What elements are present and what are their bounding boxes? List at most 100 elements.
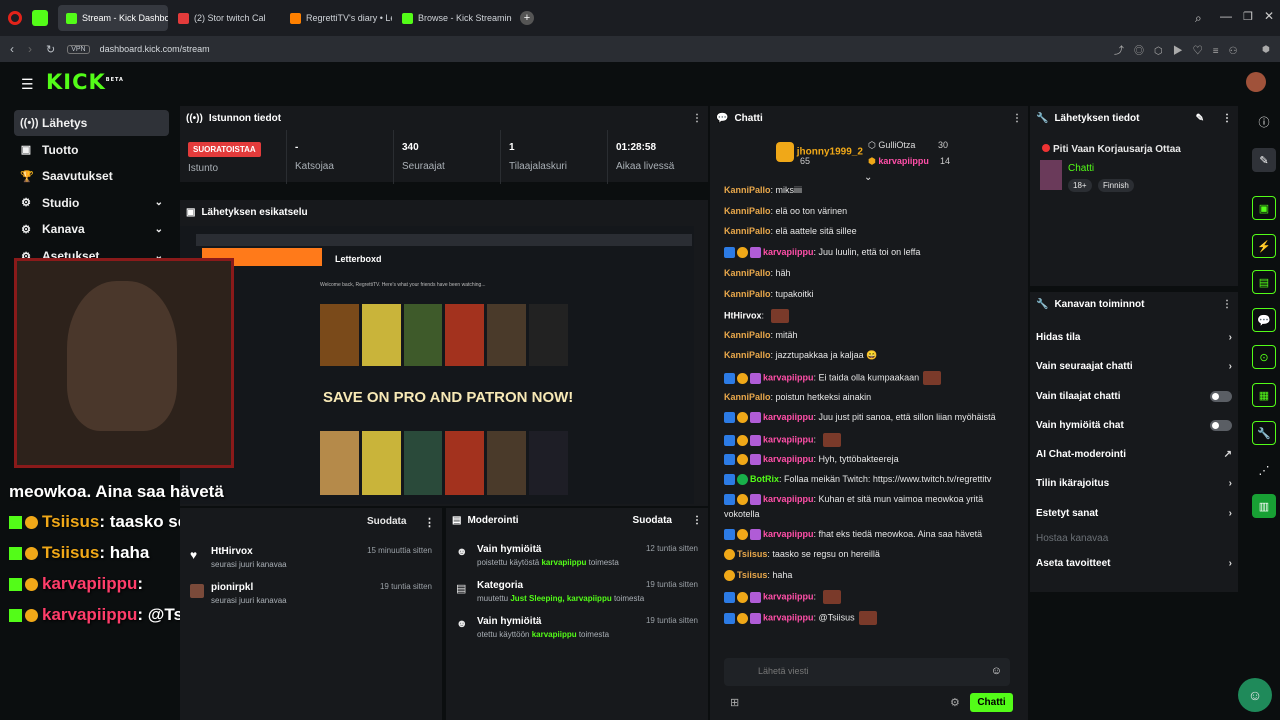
- sidebar-item-4[interactable]: ⚙ Kanava ⌄: [14, 216, 169, 242]
- category-thumbnail[interactable]: [1040, 160, 1062, 190]
- chat-username[interactable]: karvapiippu: [763, 612, 814, 622]
- tools-rail-button[interactable]: 🔧: [1252, 421, 1276, 445]
- menu-icon[interactable]: ☰: [21, 76, 34, 93]
- activity-filter-button[interactable]: Suodata: [367, 516, 406, 527]
- channel-action-item[interactable]: Vain seuraajat chatti ›: [1036, 361, 1232, 372]
- channel-action-item[interactable]: Hostaa kanavaa: [1036, 533, 1232, 544]
- chat-username[interactable]: karvapiippu: [763, 412, 814, 422]
- chat-username[interactable]: Tsiisus: [737, 570, 767, 580]
- sidebar-item-0[interactable]: ((•)) Lähetys: [14, 110, 169, 136]
- edit-icon[interactable]: ✎: [1196, 113, 1204, 124]
- channel-action-item[interactable]: Aseta tavoitteet ›: [1036, 558, 1232, 569]
- chat-username[interactable]: karvapiippu: [763, 529, 814, 539]
- address-input[interactable]: dashboard.kick.com/stream: [100, 44, 210, 54]
- extensions-icon[interactable]: ⬢: [1262, 44, 1270, 55]
- support-button[interactable]: ☺: [1238, 678, 1272, 712]
- chat-input[interactable]: Lähetä viesti ☺: [724, 658, 1010, 686]
- stream-info-menu-button[interactable]: ⋮: [1222, 113, 1232, 124]
- sidebar-item-1[interactable]: ▣ Tuotto: [14, 137, 169, 163]
- browser-tab[interactable]: Stream - Kick Dashboard: [58, 5, 168, 31]
- minimize-button[interactable]: —: [1220, 9, 1232, 23]
- chat-username[interactable]: karvapiippu: [763, 454, 814, 464]
- top-gifter-3[interactable]: ⬢ karvapiippu: [868, 156, 929, 167]
- chat-username[interactable]: Tsiisus: [737, 549, 767, 559]
- chat-username[interactable]: karvapiippu: [763, 494, 814, 504]
- share-rail-button[interactable]: ⋰: [1252, 458, 1276, 482]
- clip-rail-button[interactable]: ▥: [1252, 494, 1276, 518]
- browser-tab[interactable]: Browse - Kick Streaming: [394, 5, 512, 31]
- moderation-rail-button[interactable]: ▤: [1252, 270, 1276, 294]
- chat-username[interactable]: KanniPallo: [724, 226, 771, 236]
- channel-actions-menu-button[interactable]: ⋮: [1222, 299, 1232, 310]
- chat-menu-button[interactable]: ⋮: [1012, 113, 1022, 124]
- chat-badge-icon: [724, 494, 735, 506]
- follow-username[interactable]: HtHirvox: [211, 546, 287, 557]
- new-tab-button[interactable]: +: [520, 11, 534, 25]
- chat-username[interactable]: KanniPallo: [724, 392, 771, 402]
- activity-rail-button[interactable]: ▦: [1252, 383, 1276, 407]
- chat-username[interactable]: KanniPallo: [724, 185, 771, 195]
- chat-emote: [770, 309, 789, 323]
- opera-logo-icon[interactable]: [8, 11, 22, 25]
- top-gifter-2[interactable]: ⬡ GulliOtza: [868, 140, 915, 151]
- info-rail-button[interactable]: ⓘ: [1252, 110, 1276, 134]
- top-gifter-1[interactable]: jhonny1999_2 65: [776, 142, 863, 166]
- chat-username[interactable]: karvapiippu: [763, 372, 814, 382]
- channel-action-item[interactable]: AI Chat-moderointi ↗: [1036, 449, 1232, 460]
- chat-username[interactable]: KanniPallo: [724, 206, 771, 216]
- channel-action-item[interactable]: Estetyt sanat ›: [1036, 508, 1232, 519]
- search-tabs-icon[interactable]: ⌕: [1195, 11, 1202, 26]
- chat-username[interactable]: karvapiippu: [763, 247, 814, 257]
- browser-tab-bar: Stream - Kick Dashboard (2) Stor twitch C…: [0, 0, 1280, 36]
- channel-action-item[interactable]: Vain hymiöitä chat: [1036, 420, 1232, 431]
- kick-pinned-icon[interactable]: [32, 10, 48, 26]
- sidebar-item-2[interactable]: 🏆 Saavutukset: [14, 163, 169, 189]
- chat-username[interactable]: KanniPallo: [724, 330, 771, 340]
- channel-action-label: Estetyt sanat: [1036, 508, 1099, 519]
- chat-username[interactable]: HtHirvox: [724, 310, 762, 320]
- chat-text: miksiiii: [775, 185, 803, 195]
- toggle-switch[interactable]: [1210, 420, 1232, 431]
- chat-username[interactable]: karvapiippu: [763, 434, 814, 444]
- chat-gift-icon[interactable]: ⊞: [730, 696, 739, 709]
- chat-settings-icon[interactable]: ⚙: [950, 696, 960, 709]
- channel-action-item[interactable]: Hidas tila ›: [1036, 332, 1232, 343]
- session-menu-button[interactable]: ⋮: [692, 113, 702, 124]
- kick-logo[interactable]: KICKBETA: [46, 70, 124, 94]
- vpn-badge[interactable]: VPN: [67, 44, 90, 54]
- chat-username[interactable]: BotRix: [750, 474, 779, 484]
- moderation-menu-button[interactable]: ⋮: [692, 515, 702, 526]
- browser-tab[interactable]: (2) Stor twitch Cal: [170, 5, 280, 31]
- chat-username[interactable]: KanniPallo: [724, 350, 771, 360]
- activity-menu-button[interactable]: ⋮: [424, 516, 435, 529]
- collapse-gifters-icon[interactable]: ⌄: [864, 172, 872, 183]
- channel-action-item[interactable]: Tilin ikärajoitus ›: [1036, 478, 1232, 489]
- chat-badge-icon: [724, 529, 735, 541]
- chat-username[interactable]: KanniPallo: [724, 289, 771, 299]
- reload-button[interactable]: ↻: [46, 43, 55, 56]
- chat-username[interactable]: karvapiippu: [763, 591, 814, 601]
- moderation-filter-button[interactable]: Suodata: [633, 515, 672, 526]
- flash-rail-button[interactable]: ⚡: [1252, 234, 1276, 258]
- forward-button[interactable]: ›: [28, 42, 32, 56]
- chat-send-button[interactable]: Chatti: [970, 693, 1013, 712]
- edit-rail-button[interactable]: ✎: [1252, 148, 1276, 172]
- browser-tab[interactable]: RegrettiTV's diary • Letterb: [282, 5, 392, 31]
- emoji-picker-icon[interactable]: ☺: [991, 665, 1002, 677]
- chat-username[interactable]: KanniPallo: [724, 268, 771, 278]
- category-link[interactable]: Chatti: [1068, 163, 1094, 174]
- broadcast-rail-button[interactable]: ⊙: [1252, 345, 1276, 369]
- back-button[interactable]: ‹: [10, 42, 14, 56]
- preview-video[interactable]: Letterboxd Welcome back, RegrettiTV. Her…: [180, 226, 694, 504]
- close-window-button[interactable]: ✕: [1264, 9, 1274, 23]
- chat-rail-button[interactable]: 💬: [1252, 308, 1276, 332]
- preview-title: Lähetyksen esikatselu: [201, 206, 308, 218]
- maximize-button[interactable]: ❐: [1243, 10, 1253, 23]
- channel-action-item[interactable]: Vain tilaajat chatti: [1036, 391, 1232, 402]
- follow-username[interactable]: pionirpkl: [211, 582, 287, 593]
- sidebar-item-3[interactable]: ⚙ Studio ⌄: [14, 190, 169, 216]
- user-avatar[interactable]: [1246, 72, 1266, 92]
- preview-rail-button[interactable]: ▣: [1252, 196, 1276, 220]
- toolbar-icons[interactable]: ⤴◎⬡▶♡≡⚇: [1114, 42, 1248, 57]
- toggle-switch[interactable]: [1210, 391, 1232, 402]
